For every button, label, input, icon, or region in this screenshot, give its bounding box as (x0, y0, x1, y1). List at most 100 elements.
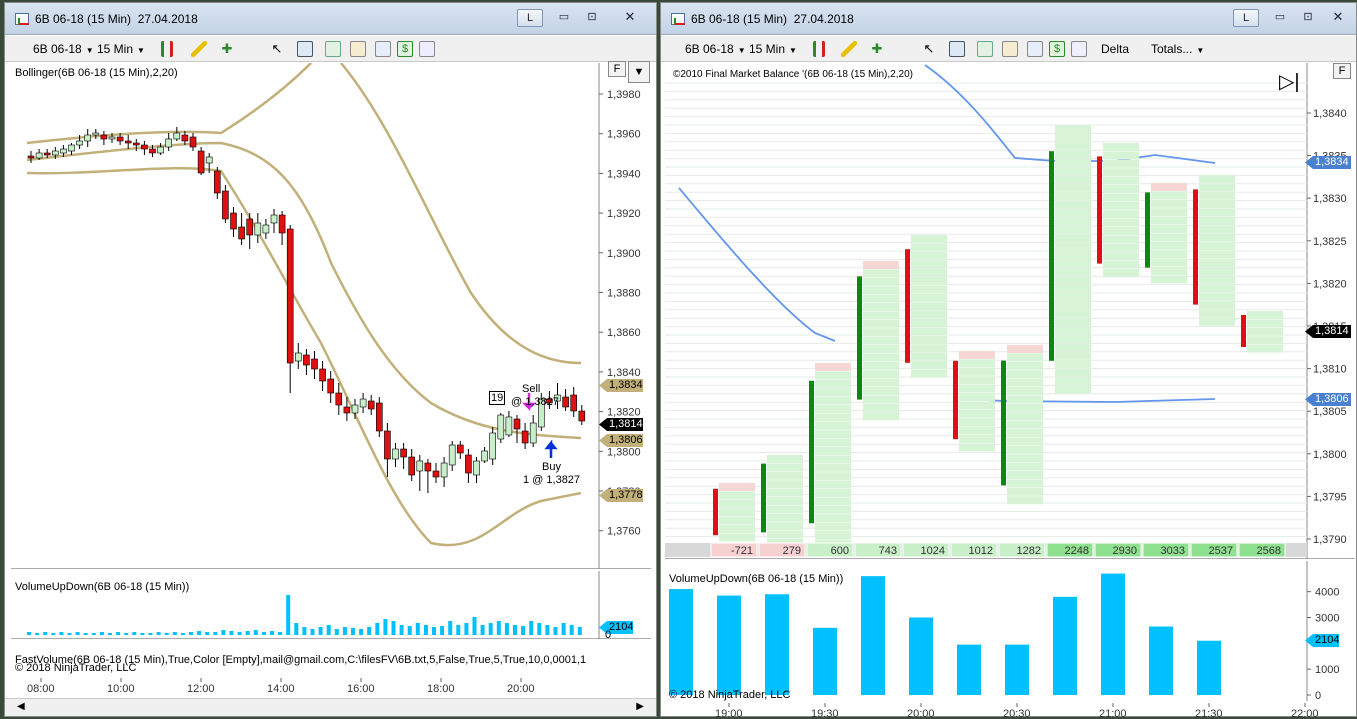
maximize-button[interactable]: ⊡ (1295, 9, 1321, 27)
left-scrollbar[interactable]: ◀ ▶ (5, 698, 656, 716)
bar-type-icon[interactable] (161, 41, 173, 57)
pencil-icon[interactable] (191, 41, 207, 57)
left-volume-chart (27, 571, 600, 639)
cursor-icon[interactable]: ↖ (269, 41, 285, 57)
instrument-selector[interactable]: 6B 06-18 ▼ (33, 40, 94, 58)
totals-menu[interactable]: Totals... ▼ (1151, 40, 1204, 58)
volume-bar (488, 623, 493, 635)
properties-icon[interactable] (419, 41, 435, 57)
chart-style-icon[interactable] (325, 41, 341, 57)
indicators-icon[interactable] (1027, 41, 1043, 57)
interval-selector[interactable]: 15 Min ▼ (749, 40, 797, 58)
footprint-cell (1007, 437, 1043, 446)
maximize-button[interactable]: ⊡ (579, 9, 605, 27)
left-chart-window: 6B 06-18 (15 Min) 27.04.2018 L ▭ ⊡ ✕ 6B … (4, 2, 657, 717)
crosshair-icon[interactable]: ✚ (869, 41, 885, 57)
footprint-cell (1055, 368, 1091, 377)
footprint-cell (863, 395, 899, 404)
volume-tick-label: 3000 (1315, 613, 1339, 625)
strategy-icon[interactable]: $ (397, 41, 413, 57)
crosshair-icon[interactable]: ✚ (219, 41, 235, 57)
close-button[interactable]: ✕ (1325, 9, 1351, 27)
link-button[interactable]: L (1233, 9, 1259, 27)
right-footprint-panel[interactable]: 1,38401,38351,38301,38251,38201,38151,38… (665, 63, 1355, 559)
right-title-bar[interactable]: 6B 06-18 (15 Min) 27.04.2018 L ▭ ⊡ ✕ (661, 3, 1356, 35)
chart-style-icon[interactable] (977, 41, 993, 57)
volume-bar (286, 595, 291, 635)
link-button[interactable]: L (517, 9, 543, 27)
left-time-axis: 08:00 10:00 12:00 14:00 16:00 18:00 20:00 (27, 678, 535, 695)
footprint-cell (863, 269, 899, 278)
candles-icon[interactable] (1002, 41, 1018, 57)
footprint-cell (1103, 168, 1139, 177)
time-tick-label: 19:00 (715, 708, 743, 719)
volume-bar (91, 633, 96, 635)
volume-bar (375, 623, 380, 635)
up-candle (76, 140, 83, 146)
footprint-cell (863, 345, 899, 353)
candles-icon[interactable] (350, 41, 366, 57)
interval-selector[interactable]: 15 Min ▼ (97, 40, 145, 58)
delta-value: 1282 (1017, 545, 1041, 557)
up-candle (351, 404, 359, 414)
left-price-panel[interactable]: Bollinger(6B 06-18 (15 Min),2,20) 1,3980… (11, 61, 651, 569)
delta-menu[interactable]: Delta (1101, 40, 1129, 58)
footprint-cell (1151, 233, 1187, 242)
footprint-cell (959, 418, 995, 427)
down-candle (133, 142, 140, 146)
indicators-icon[interactable] (375, 41, 391, 57)
scroll-right-icon[interactable]: ▶ (636, 701, 644, 712)
footprint-cell (911, 352, 947, 361)
zoom-icon[interactable] (949, 41, 965, 57)
price-tick-label: 1,3840 (1313, 108, 1347, 120)
bar-type-icon[interactable] (813, 41, 825, 57)
down-candle (43, 152, 51, 156)
left-title-bar[interactable]: 6B 06-18 (15 Min) 27.04.2018 L ▭ ⊡ ✕ (5, 3, 656, 35)
down-candle (238, 226, 245, 240)
left-volume-panel[interactable]: VolumeUpDown(6B 06-18 (15 Min)) 2104 0 (11, 571, 651, 641)
footprint-cell (1151, 208, 1187, 217)
order-sell-count: 19 (489, 391, 506, 405)
f-button[interactable]: F (608, 61, 626, 77)
footprint-cell (863, 319, 899, 328)
cursor-icon[interactable]: ↖ (921, 41, 937, 57)
volume-bar (351, 628, 355, 635)
instrument-selector[interactable]: 6B 06-18 ▼ (685, 40, 746, 58)
minimize-button[interactable]: ▭ (1267, 9, 1293, 27)
footprint-cell (1007, 395, 1043, 404)
footprint-cell (719, 483, 755, 491)
close-button[interactable]: ✕ (617, 9, 643, 27)
footprint-cell (863, 353, 899, 362)
footprint-body (809, 380, 814, 524)
footprint-cell (911, 285, 947, 294)
strategy-icon[interactable]: $ (1049, 41, 1065, 57)
footprint-cell (863, 303, 899, 311)
down-candle (335, 392, 343, 406)
down-candle (278, 214, 286, 234)
footprint-cell (767, 488, 803, 497)
down-candle (408, 456, 416, 476)
f-button[interactable]: F (1333, 63, 1351, 79)
panel-menu-button[interactable]: ▼ (628, 61, 650, 83)
footprint-cell (1055, 335, 1091, 343)
price-tick-label: 1,3960 (607, 129, 641, 141)
pencil-icon[interactable] (841, 41, 857, 57)
skip-to-end-icon[interactable]: ▷| (1279, 69, 1300, 94)
footprint-cell (767, 497, 803, 505)
price-tick-label: 1,3760 (607, 526, 641, 538)
footprint-cell (815, 455, 851, 464)
time-tick-label: 20:30 (1003, 708, 1031, 719)
properties-icon[interactable] (1071, 41, 1087, 57)
footprint-cell (959, 401, 995, 410)
footprint-cell (1199, 259, 1235, 267)
right-volume-panel[interactable]: VolumeUpDown(6B 06-18 (15 Min)) 4000 3000… (665, 561, 1355, 701)
zoom-icon[interactable] (297, 41, 313, 57)
price-tick-label: 1,3840 (607, 367, 641, 379)
minimize-button[interactable]: ▭ (551, 9, 577, 27)
footprint-cell (815, 421, 851, 430)
scroll-left-icon[interactable]: ◀ (17, 701, 25, 712)
left-fastvolume-panel[interactable]: FastVolume(6B 06-18 (15 Min),True,Color … (11, 640, 651, 678)
footprint-body (1145, 192, 1150, 268)
price-tag-last: 1,3814 (599, 418, 643, 431)
footprint-cell (815, 379, 851, 388)
